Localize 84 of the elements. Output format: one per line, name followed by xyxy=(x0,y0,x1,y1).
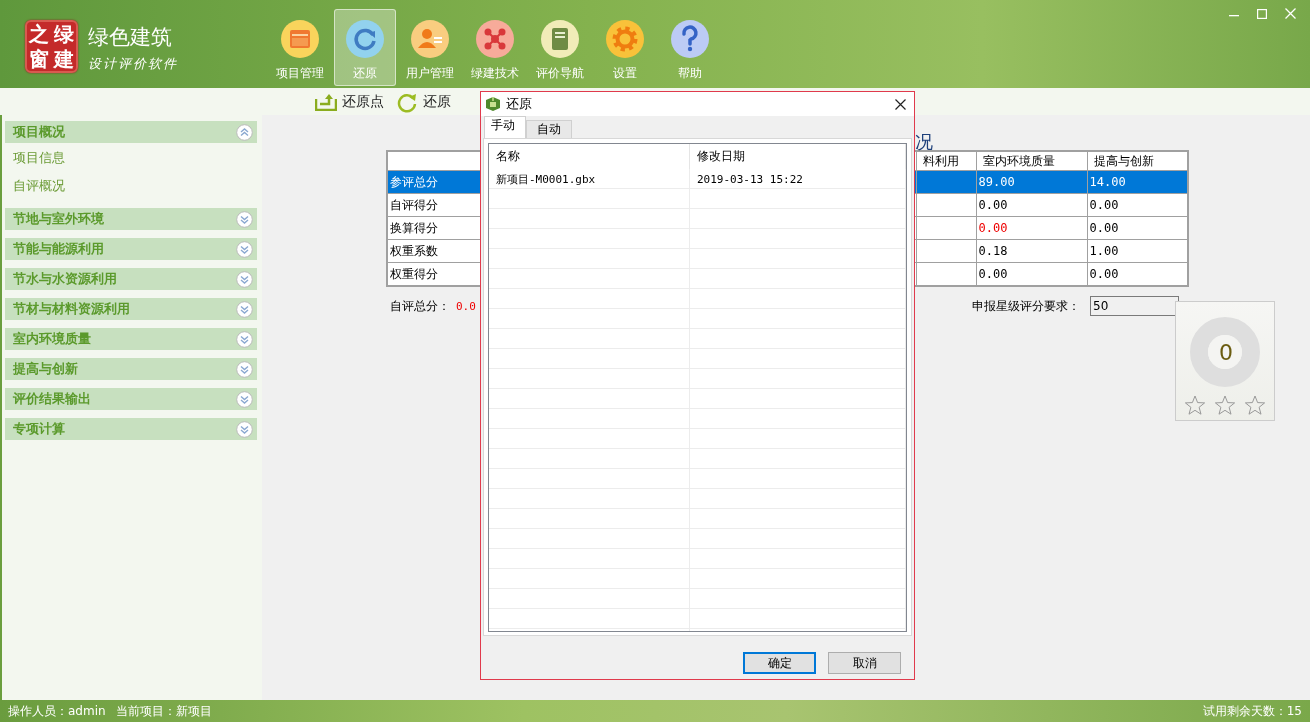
requirement-field[interactable]: 50 xyxy=(1090,296,1179,316)
table-cell: 0.00 xyxy=(976,216,1087,240)
chevron-down-icon[interactable] xyxy=(236,300,253,318)
toolbar-button[interactable]: 用户管理 xyxy=(399,9,461,86)
logo-character: 之 xyxy=(29,23,50,46)
toolbar-button[interactable]: 还原 xyxy=(334,9,396,86)
section-header[interactable]: 评价结果输出 xyxy=(5,388,257,410)
status-text: 当前项目：新项目 xyxy=(115,702,212,720)
dialog-button[interactable]: 确定 xyxy=(743,652,816,674)
total-value: 0.0 xyxy=(456,299,476,313)
total-label: 自评总分： xyxy=(390,297,451,315)
section-header[interactable]: 提高与创新 xyxy=(5,358,257,380)
column-header: 名称 xyxy=(489,144,690,169)
cube-icon xyxy=(485,96,501,112)
chevron-down-icon[interactable] xyxy=(236,330,253,348)
section-title: 项目概况 xyxy=(13,123,65,141)
close-icon[interactable] xyxy=(895,98,906,110)
section-header[interactable]: 项目概况 xyxy=(5,121,257,143)
toolbar-button[interactable]: 设置 xyxy=(594,9,656,86)
logo-character: 窗 xyxy=(29,47,50,70)
maximize-icon[interactable] xyxy=(1257,8,1267,20)
section-header[interactable]: 节水与水资源利用 xyxy=(5,268,257,290)
refresh-icon xyxy=(345,19,385,59)
sidebar-item[interactable]: 自评概况 xyxy=(5,172,73,200)
score-ring xyxy=(1190,317,1260,387)
requirement-label: 申报星级评分要求： xyxy=(972,297,1080,315)
toolbar-button[interactable]: 绿建技术 xyxy=(464,9,526,86)
section-title: 室内环境质量 xyxy=(13,330,91,348)
star-icon xyxy=(1244,395,1266,416)
section-title: 评价结果输出 xyxy=(13,390,91,408)
toolbar-button[interactable]: 评价导航 xyxy=(529,9,591,86)
chevron-down-icon[interactable] xyxy=(236,420,253,438)
app-title: 绿色建筑 xyxy=(88,24,173,51)
dialog-button[interactable]: 取消 xyxy=(828,652,901,674)
section-header[interactable]: 室内环境质量 xyxy=(5,328,257,350)
book-icon xyxy=(540,19,580,59)
chevron-down-icon[interactable] xyxy=(236,270,253,288)
toolbar-button[interactable]: 还原点 xyxy=(315,92,384,111)
sidebar-item[interactable]: 项目信息 xyxy=(5,144,73,172)
star-icon xyxy=(1184,395,1206,416)
help-icon xyxy=(670,19,710,59)
tray-arrow-icon xyxy=(315,92,337,111)
section-header[interactable]: 节能与能源利用 xyxy=(5,238,257,260)
section-header[interactable]: 专项计算 xyxy=(5,418,257,440)
status-text: 试用剩余天数：15 xyxy=(1202,702,1302,720)
section-title: 提高与创新 xyxy=(13,360,78,378)
chevron-down-icon[interactable] xyxy=(236,240,253,258)
section-title: 节材与材料资源利用 xyxy=(13,300,130,318)
toolbar-button[interactable]: 帮助 xyxy=(659,9,721,86)
table-cell: 89.00 xyxy=(976,170,1087,194)
chevron-down-icon[interactable] xyxy=(236,210,253,228)
table-cell: 0.00 xyxy=(976,193,1087,217)
settings-icon xyxy=(605,19,645,59)
list-cell-text: 2019-03-13 15:22 xyxy=(696,172,804,186)
chevron-down-icon[interactable] xyxy=(236,360,253,378)
column-header: 料利用 xyxy=(916,151,976,171)
panel-title: 况 xyxy=(915,133,933,151)
chevron-down-icon[interactable] xyxy=(236,390,253,408)
section-title: 节水与水资源利用 xyxy=(13,270,117,288)
column-header: 室内环境质量 xyxy=(976,151,1087,171)
user-icon xyxy=(410,19,450,59)
section-header[interactable]: 节材与材料资源利用 xyxy=(5,298,257,320)
dialog-title: 还原 xyxy=(506,95,532,113)
section-title: 节地与室外环境 xyxy=(13,210,104,228)
status-text: 操作人员：admin xyxy=(8,702,106,720)
chevron-up-icon[interactable] xyxy=(236,123,253,141)
table-cell: 0.00 xyxy=(976,262,1087,286)
column-header: 修改日期 xyxy=(690,144,906,169)
tab[interactable]: 手动 xyxy=(484,116,526,138)
section-title: 节能与能源利用 xyxy=(13,240,104,258)
star-icon xyxy=(1214,395,1236,416)
toolbar-button[interactable]: 还原 xyxy=(396,90,451,113)
section-header[interactable]: 节地与室外环境 xyxy=(5,208,257,230)
network-icon xyxy=(475,19,515,59)
toolbar-button[interactable]: 项目管理 xyxy=(269,9,331,86)
document-icon xyxy=(280,19,320,59)
section-title: 专项计算 xyxy=(13,420,65,438)
tab[interactable]: 自动 xyxy=(526,120,572,138)
logo-character: 建 xyxy=(53,47,74,70)
score-value: 0 xyxy=(1218,338,1234,367)
logo-character: 绿 xyxy=(53,23,74,46)
table-cell: 0.18 xyxy=(976,239,1087,263)
list-cell-text: 新项目-M0001.gbx xyxy=(495,171,597,187)
app-subtitle: 设计评价软件 xyxy=(88,55,178,73)
